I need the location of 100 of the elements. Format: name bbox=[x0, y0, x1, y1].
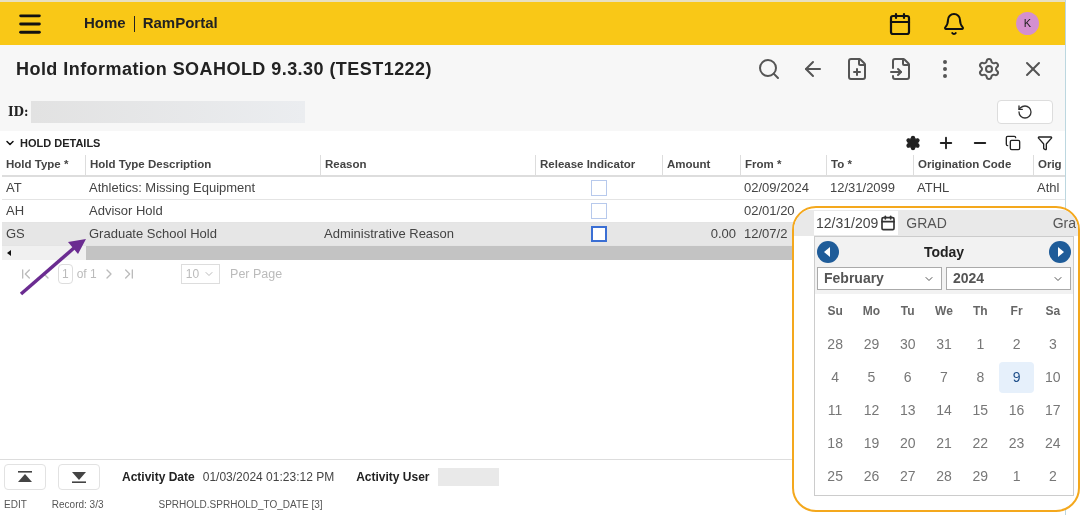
calendar-day[interactable]: 4 bbox=[818, 362, 853, 393]
calendar-day[interactable]: 29 bbox=[854, 329, 889, 360]
last-record-button[interactable] bbox=[58, 463, 100, 490]
calendar-day[interactable]: 2 bbox=[1035, 461, 1070, 492]
weekday-label: Sa bbox=[1045, 303, 1061, 320]
calendar-day[interactable]: 12 bbox=[854, 395, 889, 426]
weekday-label: Su bbox=[827, 303, 843, 320]
weekday-label: Th bbox=[972, 303, 988, 320]
pointer-arrow bbox=[18, 236, 88, 298]
calendar-day[interactable]: 31 bbox=[926, 329, 962, 360]
column-header[interactable]: Release Indicator bbox=[540, 156, 636, 174]
table-cell-text: 02/01/20 bbox=[744, 202, 795, 221]
column-header[interactable]: Hold Type Description bbox=[90, 156, 212, 174]
table-cell-text: ATHL bbox=[917, 179, 950, 198]
column-header[interactable]: From * bbox=[745, 156, 782, 174]
calendar-day[interactable]: 26 bbox=[854, 461, 889, 492]
release-checkbox[interactable] bbox=[590, 180, 607, 196]
table-cell-text: Athl bbox=[1037, 179, 1060, 198]
filter-icon[interactable] bbox=[1037, 135, 1053, 151]
table-row[interactable]: AT Athletics: Missing Equipment 02/09/2024 12/31/2099 ATHL Athl bbox=[2, 177, 1065, 200]
calendar-day[interactable]: 5 bbox=[854, 362, 889, 393]
table-cell-text: Athletics: Missing Equipment bbox=[89, 179, 256, 198]
table-cell-text: 12/07/2 bbox=[744, 225, 788, 244]
activity-date: 01/03/2024 01:23:12 PM bbox=[202, 468, 335, 486]
portal-link[interactable]: RamPortal bbox=[142, 12, 218, 35]
id-label: ID: bbox=[8, 104, 29, 121]
column-header[interactable]: Orig bbox=[1038, 156, 1062, 174]
weekday-label: Fr bbox=[1010, 303, 1023, 320]
calendar-day[interactable]: 14 bbox=[926, 395, 962, 426]
previous-month-icon[interactable] bbox=[817, 241, 839, 263]
calendar-icon bbox=[880, 215, 897, 231]
calendar-day[interactable]: 2 bbox=[999, 329, 1034, 360]
table-cell-text: Administrative Reason bbox=[324, 225, 455, 244]
weekday-label: Mo bbox=[862, 303, 881, 320]
calendar-day[interactable]: 24 bbox=[1035, 428, 1070, 459]
month-select[interactable]: February bbox=[817, 267, 942, 290]
calendar-day[interactable]: 30 bbox=[890, 329, 925, 360]
calendar-day[interactable]: 10 bbox=[1035, 362, 1070, 393]
activity-user-label: Activity User bbox=[356, 468, 430, 486]
calendar-day[interactable]: 28 bbox=[818, 329, 853, 360]
calendar-day[interactable]: 17 bbox=[1035, 395, 1070, 426]
year-select[interactable]: 2024 bbox=[946, 267, 1071, 290]
copy-icon[interactable] bbox=[1005, 135, 1021, 151]
column-header[interactable]: Amount bbox=[667, 156, 711, 174]
release-checkbox[interactable] bbox=[590, 226, 607, 242]
section-title: HOLD DETAILS bbox=[20, 135, 101, 151]
calendar-day[interactable]: 18 bbox=[818, 428, 853, 459]
file-import-icon[interactable] bbox=[889, 57, 913, 81]
page-count: of 1 bbox=[76, 266, 97, 283]
calendar-day[interactable]: 22 bbox=[963, 428, 998, 459]
undo-button[interactable] bbox=[997, 100, 1053, 124]
release-checkbox[interactable] bbox=[590, 203, 607, 219]
calendar-day[interactable]: 11 bbox=[818, 395, 853, 426]
calendar-day[interactable]: 8 bbox=[963, 362, 998, 393]
status-record: Record: 3/3 bbox=[51, 497, 104, 512]
calendar-day[interactable]: 21 bbox=[926, 428, 962, 459]
next-month-icon[interactable] bbox=[1049, 241, 1071, 263]
weekday-label: We bbox=[935, 303, 953, 320]
calendar-day[interactable]: 23 bbox=[999, 428, 1034, 459]
settings-icon[interactable] bbox=[905, 135, 921, 151]
calendar-day[interactable]: 27 bbox=[890, 461, 925, 492]
add-icon[interactable] bbox=[937, 134, 955, 152]
page-title: Hold Information SOAHOLD 9.3.30 (TEST1222) bbox=[16, 57, 432, 81]
date-field[interactable]: 12/31/209 bbox=[814, 211, 899, 235]
calendar-day[interactable]: 16 bbox=[999, 395, 1034, 426]
calendar-day[interactable]: 3 bbox=[1035, 329, 1070, 360]
table-cell-text: Graduate School Hold bbox=[89, 225, 217, 244]
table-cell-text: 02/09/2024 bbox=[744, 179, 810, 198]
calendar-day[interactable]: 6 bbox=[890, 362, 925, 393]
bell-icon[interactable] bbox=[942, 11, 966, 36]
calendar-day[interactable]: 13 bbox=[890, 395, 925, 426]
jump-top-icon bbox=[17, 470, 33, 483]
column-header[interactable]: Hold Type * bbox=[6, 156, 69, 174]
jump-bottom-icon bbox=[71, 470, 87, 483]
calendar-day[interactable]: 7 bbox=[926, 362, 962, 393]
activity-date-label: Activity Date bbox=[122, 468, 195, 486]
first-record-button[interactable] bbox=[4, 463, 46, 490]
status-field: SPRHOLD.SPRHOLD_TO_DATE [3] bbox=[158, 496, 323, 512]
settings-icon[interactable] bbox=[977, 57, 1001, 81]
home-link[interactable]: Home bbox=[84, 12, 126, 35]
table-cell-text: 0.00 bbox=[710, 225, 736, 244]
calendar-day[interactable]: 1 bbox=[963, 329, 998, 360]
user-avatar[interactable]: K bbox=[1016, 12, 1039, 35]
column-header[interactable]: Reason bbox=[325, 156, 367, 174]
calendar-day[interactable]: 9 bbox=[999, 362, 1034, 393]
column-header[interactable]: Origination Code bbox=[918, 156, 1012, 174]
table-cell-text: AT bbox=[6, 179, 22, 198]
calendar-day[interactable]: 19 bbox=[854, 428, 889, 459]
calendar-day[interactable]: 28 bbox=[926, 461, 962, 492]
calendar-icon[interactable] bbox=[888, 11, 912, 36]
calendar-day[interactable]: 20 bbox=[890, 428, 925, 459]
calendar-day[interactable]: 29 bbox=[963, 461, 998, 492]
calendar-day[interactable]: 1 bbox=[999, 461, 1034, 492]
file-plus-icon[interactable] bbox=[845, 57, 869, 81]
calendar-day[interactable]: 25 bbox=[818, 461, 853, 492]
calendar-day[interactable]: 15 bbox=[963, 395, 998, 426]
table-cell-text: GS bbox=[6, 225, 25, 244]
table-cell-text: 12/31/2099 bbox=[830, 179, 896, 198]
column-header[interactable]: To * bbox=[831, 156, 852, 174]
search-icon[interactable] bbox=[757, 57, 781, 81]
